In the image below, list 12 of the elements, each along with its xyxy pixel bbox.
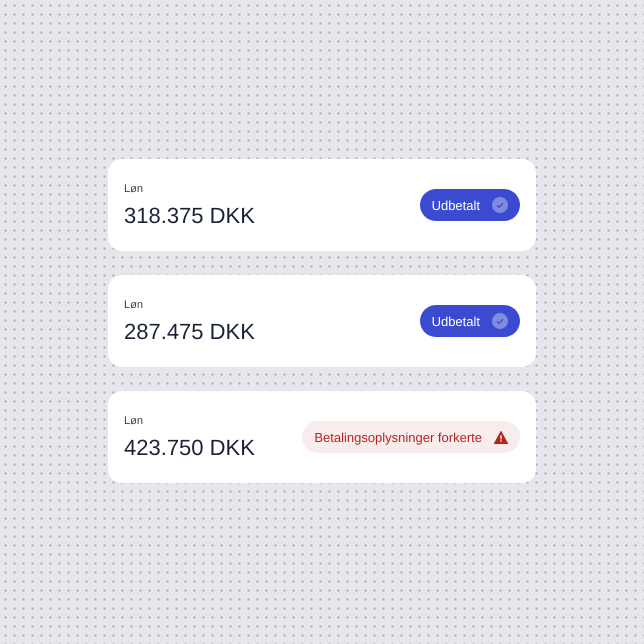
payment-amount: 287.475 DKK xyxy=(124,319,255,345)
payment-amount: 423.750 DKK xyxy=(124,435,255,461)
status-text: Udbetalt xyxy=(432,314,480,328)
payment-label: Løn xyxy=(124,183,144,195)
check-icon xyxy=(492,197,508,213)
payment-amount: 318.375 DKK xyxy=(124,203,255,229)
payment-label: Løn xyxy=(124,415,144,427)
status-text: Udbetalt xyxy=(432,198,480,212)
status-text: Betalingsoplysninger forkerte xyxy=(314,430,482,444)
check-icon xyxy=(492,313,508,329)
payment-label: Løn xyxy=(124,299,144,311)
warning-icon xyxy=(494,430,508,444)
